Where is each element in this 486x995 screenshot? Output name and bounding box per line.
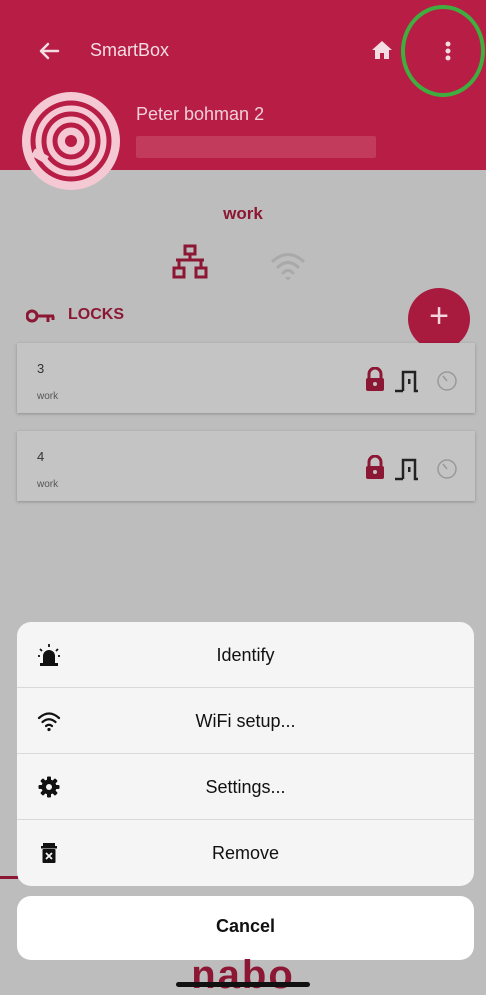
device-subtitle-bar <box>136 136 376 158</box>
partial-divider <box>0 876 18 879</box>
identify-option[interactable]: Identify <box>17 622 474 688</box>
timer-icon <box>437 371 457 391</box>
door-icon <box>395 458 418 481</box>
network-label: work <box>223 204 263 223</box>
padlock-icon <box>366 455 384 479</box>
highlight-circle <box>401 5 485 97</box>
plus-icon: + <box>429 297 449 335</box>
wifi-setup-label: WiFi setup... <box>195 711 296 731</box>
app-title: SmartBox <box>90 40 170 60</box>
lock-number: 3 <box>37 361 45 376</box>
ethernet-network-icon <box>172 244 208 279</box>
device-name: Peter bohman 2 <box>136 104 265 124</box>
device-logo-icon <box>22 92 120 190</box>
key-icon <box>26 309 55 323</box>
door-icon <box>395 370 418 393</box>
home-indicator[interactable] <box>176 982 310 987</box>
settings-option[interactable]: Settings... <box>17 754 474 820</box>
remove-label: Remove <box>211 843 280 863</box>
back-arrow-icon[interactable] <box>34 36 64 66</box>
add-lock-button[interactable]: + <box>408 288 470 350</box>
lock-number: 4 <box>37 449 45 464</box>
brand-logo: nabo <box>191 958 295 995</box>
remove-option[interactable]: Remove <box>17 820 474 886</box>
wifi-setup-option[interactable]: WiFi setup... <box>17 688 474 754</box>
cancel-label: Cancel <box>215 916 276 936</box>
lock-status-icons <box>366 455 457 481</box>
cancel-button[interactable]: Cancel <box>17 896 474 960</box>
timer-icon <box>437 459 457 479</box>
padlock-icon <box>366 367 384 391</box>
lock-status-icons <box>366 367 457 393</box>
action-sheet: Identify WiFi setup... Settings... Remov… <box>17 622 474 886</box>
lock-network: work <box>37 391 59 402</box>
locks-label: LOCKS <box>68 306 124 323</box>
lock-card[interactable]: 4 work <box>17 431 475 501</box>
lock-card[interactable]: 3 work <box>17 343 475 413</box>
lock-network: work <box>37 479 59 490</box>
settings-label: Settings... <box>205 777 286 797</box>
home-icon[interactable] <box>370 38 394 62</box>
wifi-icon <box>271 253 305 281</box>
identify-label: Identify <box>216 645 275 665</box>
